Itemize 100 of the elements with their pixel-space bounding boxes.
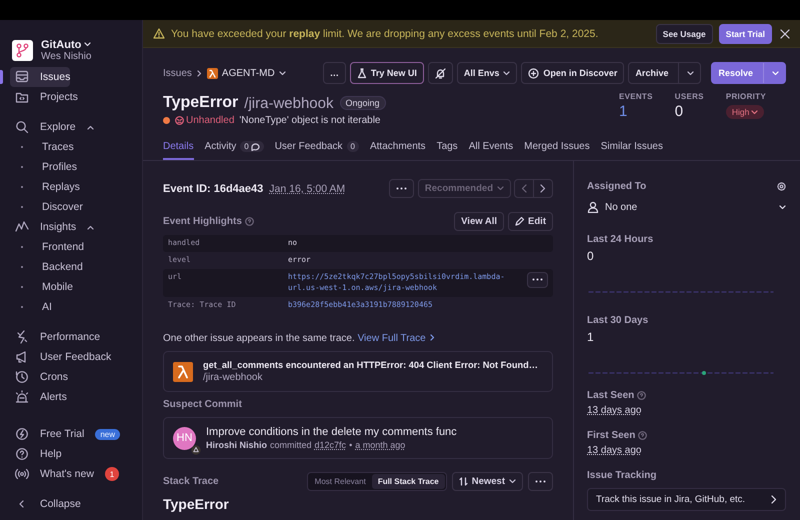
nav-item[interactable]: User Feedback [10, 347, 112, 367]
nav-item[interactable]: Backend [10, 257, 83, 277]
trace-notice: One other issue appears in the same trace. View Full Trace [163, 333, 553, 344]
view-all-button[interactable]: View All [454, 212, 504, 231]
nav-item[interactable]: Crons [10, 367, 68, 387]
sort-dropdown[interactable]: Newest [452, 472, 523, 492]
user-name: Wes Nishio [41, 50, 92, 62]
mute-button[interactable] [428, 62, 453, 84]
toggle-option[interactable]: Full Stack Trace [372, 474, 445, 490]
open-in-discover-button[interactable]: Open in Discover [521, 62, 624, 84]
ellipsis-icon [396, 187, 407, 190]
close-button[interactable] [778, 26, 792, 40]
nav-item[interactable]: What's new 1 [10, 464, 119, 484]
relative-time: 13 days ago [587, 445, 642, 456]
nav-item[interactable]: Frontend [10, 237, 84, 257]
nav-item[interactable]: Collapse [10, 494, 81, 514]
edit-button[interactable]: Edit [508, 212, 553, 231]
nav-item[interactable]: Traces [10, 137, 74, 157]
stat-label: PRIORITY [726, 92, 766, 101]
chevron-right-icon [196, 70, 202, 76]
relative-time: 13 days ago [587, 405, 642, 416]
environment-dropdown[interactable]: All Envs [456, 62, 518, 84]
tab[interactable]: Activity 0 [204, 140, 264, 160]
issues-icon [15, 70, 29, 84]
start-trial-button[interactable]: Start Trial [718, 24, 772, 44]
clock-icon [15, 370, 29, 384]
issue-tracking-button[interactable]: Track this issue in Jira, GitHub, etc. [587, 488, 786, 511]
metric-label: First Seen [587, 430, 636, 441]
chevron-left-icon [521, 184, 527, 193]
ellipsis-icon [535, 480, 546, 484]
nav-item[interactable]: Insights [10, 217, 94, 237]
commit-label: committed [270, 440, 312, 450]
nav-item[interactable]: Performance [10, 327, 100, 347]
assignee-dropdown[interactable]: No one [587, 200, 786, 214]
commit-message: Improve conditions in the delete my comments func [206, 426, 457, 438]
tab[interactable]: Details [163, 140, 194, 160]
usage-button[interactable]: See Usage [656, 24, 713, 44]
previous-button[interactable] [514, 179, 534, 198]
search-icon [15, 120, 29, 134]
nav-item[interactable]: Alerts [10, 387, 67, 407]
nav-item[interactable]: Profiles [10, 157, 78, 177]
tab[interactable]: All Events [468, 140, 514, 160]
selection-indicator [0, 70, 3, 84]
speech-bubble-icon [250, 142, 260, 150]
tab[interactable]: User Feedback 0 [274, 140, 359, 160]
section-title: Issue Tracking [587, 470, 658, 481]
tab[interactable]: Attachments [370, 140, 426, 160]
org-name[interactable]: GitAuto [41, 38, 82, 50]
plus-circle-icon [528, 68, 540, 78]
event-date: Jan 16, 5:00 AM [269, 182, 346, 194]
more-button[interactable] [527, 272, 548, 288]
warning-badge-icon [191, 444, 201, 455]
separator: • [349, 440, 352, 450]
nav-item[interactable]: Discover [10, 197, 83, 217]
issue-title: TypeError [163, 94, 238, 112]
resolve-button[interactable]: Resolve [711, 62, 786, 84]
tab[interactable]: Tags [436, 140, 458, 160]
next-button[interactable] [534, 179, 553, 198]
project-selector[interactable]: AGENT-MD [206, 68, 286, 78]
unhandled-label: Unhandled [175, 115, 234, 126]
archive-button[interactable]: Archive [628, 62, 702, 84]
tab[interactable]: Merged Issues [524, 140, 590, 160]
try-new-ui-button[interactable]: Try New UI [350, 62, 424, 84]
stat-label: USERS [674, 92, 704, 101]
more-button[interactable]: … [322, 62, 346, 84]
lightning-icon [15, 330, 29, 344]
sort-icon [458, 477, 468, 486]
commit-hash-link[interactable]: d12c7fc [314, 440, 346, 450]
metric-value: 1 [587, 330, 595, 344]
priority-dropdown[interactable]: High [726, 105, 764, 119]
error-message: 'NoneType' object is not iterable [239, 115, 380, 126]
help-icon [638, 431, 648, 440]
nav-item[interactable]: Projects [10, 87, 78, 107]
nav-item[interactable]: Free Trial new [10, 424, 120, 444]
chevron-right-icon [540, 184, 546, 193]
nav-item[interactable]: Explore [10, 117, 94, 137]
person-icon [587, 201, 599, 213]
related-issue-title: get_all_comments encountered an HTTPError: 404 Client Error: Not Found… [203, 360, 538, 370]
banner-message: You have exceeded your replay limit. We are dropping any excess events until Feb 2, 2025. [171, 28, 600, 40]
view-trace-link[interactable]: View Full Trace [358, 333, 435, 344]
metric-value: 0 [587, 249, 595, 263]
events-count-link[interactable]: 1 [618, 103, 653, 120]
nav-item[interactable]: Help [10, 444, 62, 464]
bell-off-icon [434, 68, 446, 78]
chevron-down-icon [509, 479, 516, 484]
metric-label: Last Seen [587, 390, 634, 401]
warning-icon [153, 28, 165, 39]
section-title: Event Highlights [163, 216, 242, 227]
breadcrumb-link[interactable]: Issues [163, 68, 192, 78]
related-issue-card[interactable]: get_all_comments encountered an HTTPError: 404 Client Error: Not Found… /jira-webhook [163, 351, 553, 392]
nav-item[interactable]: Replays [10, 177, 80, 197]
nav-item[interactable]: AI [10, 297, 52, 317]
nav-item[interactable]: Issues [10, 67, 70, 87]
tab[interactable]: Similar Issues [600, 140, 663, 160]
exception-type: TypeError [163, 496, 230, 512]
help-icon [15, 447, 29, 461]
toggle-option[interactable]: Most Relevant [308, 474, 372, 490]
nav-item[interactable]: Mobile [10, 277, 73, 297]
chevron-down-icon [497, 186, 504, 191]
count-badge: 0 [346, 141, 359, 152]
